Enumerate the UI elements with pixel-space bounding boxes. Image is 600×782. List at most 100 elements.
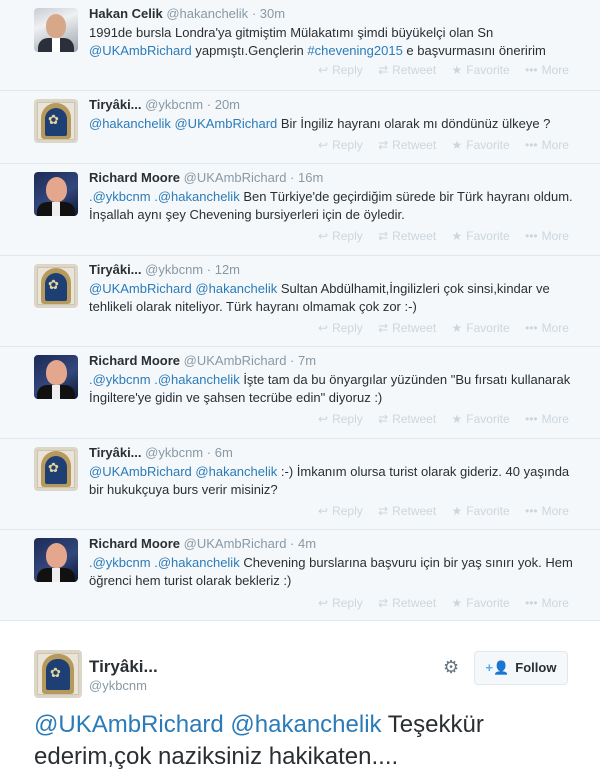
avatar[interactable]	[34, 538, 78, 582]
timestamp-value[interactable]: 7m	[298, 353, 316, 368]
retweet-icon: ⇄	[378, 321, 389, 335]
reply-button[interactable]: ↩ Reply	[318, 321, 363, 335]
mention-link[interactable]: .@ykbcnm	[89, 555, 151, 570]
tweet[interactable]: Richard Moore @UKAmbRichard · 4m .@ykbcn…	[0, 530, 600, 620]
favorite-button[interactable]: ★ Favorite	[452, 321, 510, 335]
timestamp[interactable]: · 4m	[290, 536, 316, 551]
user-handle[interactable]: @ykbcnm	[145, 262, 203, 277]
retweet-button[interactable]: ⇄ Retweet	[378, 596, 436, 610]
user-handle[interactable]: @ykbcnm	[145, 445, 203, 460]
more-label: More	[541, 321, 569, 335]
avatar[interactable]: ✿	[34, 99, 78, 143]
hashtag-link[interactable]: #chevening2015	[307, 43, 402, 58]
tweet[interactable]: ✿ Tiryâki... @ykbcnm · 12m @UKAmbRichard…	[0, 256, 600, 347]
timestamp-value[interactable]: 4m	[298, 536, 316, 551]
tweet-actions: ↩ Reply ⇄ Retweet ★ Favorite ••• More	[318, 63, 581, 77]
user-handle[interactable]: @ykbcnm	[145, 97, 203, 112]
retweet-button[interactable]: ⇄ Retweet	[378, 138, 436, 152]
mention-link[interactable]: @UKAmbRichard	[89, 464, 192, 479]
user-handle[interactable]: @UKAmbRichard	[184, 536, 287, 551]
avatar[interactable]	[34, 355, 78, 399]
follow-button[interactable]: +👤 Follow	[474, 651, 568, 685]
tweet[interactable]: Richard Moore @UKAmbRichard · 7m .@ykbcn…	[0, 347, 600, 439]
reply-button[interactable]: ↩ Reply	[318, 138, 363, 152]
more-button[interactable]: ••• More	[525, 596, 569, 610]
user-handle[interactable]: @hakanchelik	[166, 6, 248, 21]
user-name[interactable]: Richard Moore	[89, 536, 180, 551]
retweet-label: Retweet	[392, 63, 437, 77]
mention-link[interactable]: @hakanchelik	[195, 281, 277, 296]
more-button[interactable]: ••• More	[525, 412, 569, 426]
user-name[interactable]: Richard Moore	[89, 353, 180, 368]
timestamp[interactable]: · 20m	[207, 97, 240, 112]
avatar[interactable]: ✿	[34, 264, 78, 308]
reply-button[interactable]: ↩ Reply	[318, 229, 363, 243]
retweet-button[interactable]: ⇄ Retweet	[378, 412, 436, 426]
mention-link[interactable]: @hakanchelik	[89, 116, 171, 131]
more-button[interactable]: ••• More	[525, 321, 569, 335]
mention-link[interactable]: .@hakanchelik	[154, 555, 239, 570]
favorite-button[interactable]: ★ Favorite	[452, 63, 510, 77]
tweet[interactable]: ✿ Tiryâki... @ykbcnm · 6m @UKAmbRichard …	[0, 439, 600, 530]
avatar[interactable]	[34, 8, 78, 52]
timestamp[interactable]: · 6m	[207, 445, 233, 460]
gear-icon[interactable]: ⚙	[443, 657, 459, 678]
tweet[interactable]: Hakan Celik @hakanchelik · 30m 1991de bu…	[0, 0, 600, 91]
timestamp-value[interactable]: 30m	[260, 6, 285, 21]
conversation-thread: Hakan Celik @hakanchelik · 30m 1991de bu…	[0, 0, 600, 620]
mention-link[interactable]: @hakanchelik	[230, 711, 381, 738]
user-handle[interactable]: @ykbcnm	[89, 678, 147, 693]
timestamp-value[interactable]: 6m	[215, 445, 233, 460]
user-name[interactable]: Hakan Celik	[89, 6, 163, 21]
timestamp[interactable]: · 30m	[252, 6, 285, 21]
mention-link[interactable]: @UKAmbRichard	[174, 116, 277, 131]
retweet-button[interactable]: ⇄ Retweet	[378, 321, 436, 335]
timestamp-value[interactable]: 16m	[298, 170, 323, 185]
more-button[interactable]: ••• More	[525, 229, 569, 243]
timestamp-value[interactable]: 20m	[215, 97, 240, 112]
favorite-button[interactable]: ★ Favorite	[452, 229, 510, 243]
user-name[interactable]: Tiryâki...	[89, 445, 142, 460]
user-handle[interactable]: @UKAmbRichard	[184, 353, 287, 368]
reply-button[interactable]: ↩ Reply	[318, 596, 363, 610]
favorite-button[interactable]: ★ Favorite	[452, 138, 510, 152]
favorite-button[interactable]: ★ Favorite	[452, 504, 510, 518]
tweet-actions: ↩ Reply ⇄ Retweet ★ Favorite ••• More	[318, 229, 581, 243]
user-name[interactable]: Tiryâki...	[89, 262, 142, 277]
timestamp-value[interactable]: 12m	[215, 262, 240, 277]
avatar[interactable]: ✿	[34, 447, 78, 491]
timestamp[interactable]: · 12m	[207, 262, 240, 277]
timestamp[interactable]: · 7m	[290, 353, 316, 368]
mention-link[interactable]: .@hakanchelik	[154, 372, 239, 387]
tweet[interactable]: ✿ Tiryâki... @ykbcnm · 20m @hakanchelik …	[0, 91, 600, 164]
more-button[interactable]: ••• More	[525, 138, 569, 152]
mention-link[interactable]: @hakanchelik	[195, 464, 277, 479]
mention-link[interactable]: .@ykbcnm	[89, 372, 151, 387]
mention-link[interactable]: @UKAmbRichard	[89, 281, 192, 296]
reply-button[interactable]: ↩ Reply	[318, 504, 363, 518]
reply-icon: ↩	[318, 321, 329, 335]
star-icon: ★	[451, 412, 463, 426]
timestamp[interactable]: · 16m	[290, 170, 323, 185]
more-button[interactable]: ••• More	[525, 504, 569, 518]
reply-button[interactable]: ↩ Reply	[318, 412, 363, 426]
favorite-label: Favorite	[466, 138, 510, 152]
user-name[interactable]: Tiryâki...	[89, 657, 158, 677]
avatar[interactable]	[34, 172, 78, 216]
user-name[interactable]: Tiryâki...	[89, 97, 142, 112]
user-name[interactable]: Richard Moore	[89, 170, 180, 185]
mention-link[interactable]: .@ykbcnm	[89, 189, 151, 204]
retweet-button[interactable]: ⇄ Retweet	[378, 229, 436, 243]
mention-link[interactable]: @UKAmbRichard	[34, 711, 224, 738]
mention-link[interactable]: .@hakanchelik	[154, 189, 239, 204]
tweet[interactable]: Richard Moore @UKAmbRichard · 16m .@ykbc…	[0, 164, 600, 256]
user-handle[interactable]: @UKAmbRichard	[184, 170, 287, 185]
favorite-button[interactable]: ★ Favorite	[452, 412, 510, 426]
favorite-button[interactable]: ★ Favorite	[452, 596, 510, 610]
more-button[interactable]: ••• More	[525, 63, 569, 77]
mention-link[interactable]: @UKAmbRichard	[89, 43, 192, 58]
avatar[interactable]: ✿	[34, 650, 82, 698]
retweet-button[interactable]: ⇄ Retweet	[378, 504, 436, 518]
reply-button[interactable]: ↩ Reply	[318, 63, 363, 77]
retweet-button[interactable]: ⇄ Retweet	[378, 63, 436, 77]
